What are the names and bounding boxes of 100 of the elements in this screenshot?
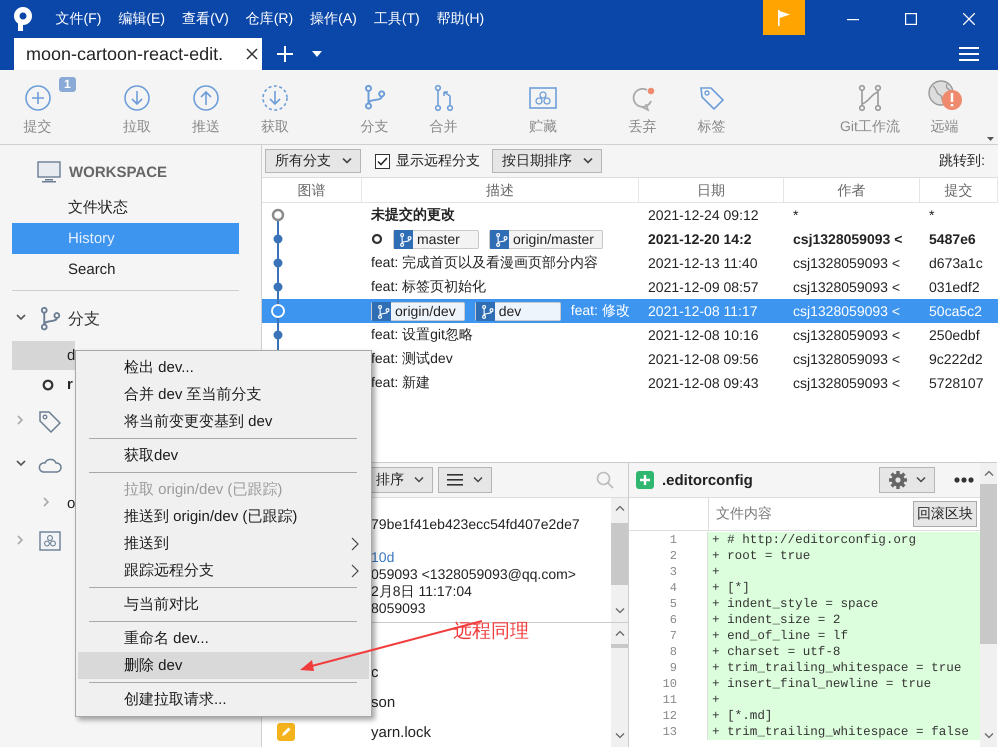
caret-icon (583, 158, 593, 164)
commit-link[interactable]: 10d (371, 533, 611, 566)
column-header[interactable]: 日期 (639, 178, 784, 202)
table-cell-text: 2021-12-09 08:57 (647, 278, 760, 297)
commit-row[interactable]: feat: 标签页初始化 2021-12-09 08:57 csj1328059093 < 031edf2 (262, 275, 998, 299)
monitor-icon (37, 161, 61, 183)
check-icon (377, 156, 388, 166)
menu-item[interactable]: 推送到 (78, 530, 369, 557)
menu-item[interactable]: 检出 dev... (78, 354, 369, 381)
branch-name: origin/master (513, 231, 594, 247)
column-header[interactable]: 提交 (920, 178, 998, 202)
more-icon[interactable] (954, 477, 974, 483)
stash-box-icon (39, 531, 61, 551)
file-name[interactable]: yarn.lock (371, 724, 432, 740)
menu-item[interactable]: 文件(F) (47, 10, 110, 28)
table-cell-text: csj1328059093 < (792, 374, 902, 393)
branch-icon (394, 230, 413, 248)
menu-item[interactable]: 获取dev (78, 442, 369, 469)
table-cell-text: csj1328059093 < (792, 278, 902, 297)
commit-row[interactable]: 未提交的更改 2021-12-24 09:12 * * (262, 203, 998, 227)
scroll-down-icon (614, 733, 624, 739)
menu-item[interactable]: 编辑(E) (110, 10, 174, 28)
sidebar-item[interactable]: d (12, 341, 75, 370)
commit-message: feat: 完成首页以及看漫画页部分内容 (371, 254, 598, 272)
sidebar-item[interactable]: r (12, 370, 75, 399)
branch-icon (362, 84, 386, 112)
list-icon (447, 474, 463, 486)
table-cell-text: 031edf2 (928, 278, 981, 297)
table-cell-text: csj1328059093 < (792, 302, 902, 321)
caret-icon (473, 477, 483, 483)
down-arrow-circle-icon (123, 84, 151, 112)
sidebar-item[interactable]: Search (12, 254, 239, 285)
menu-item[interactable]: 与当前对比 (78, 591, 369, 618)
menu-item[interactable]: 删除 dev (78, 652, 369, 679)
menu-item[interactable]: 将当前变更变基到 dev (78, 408, 369, 435)
commit-row[interactable]: master origin/master 2021-12-20 14:2 csj1328059093 < 5487e6 (262, 227, 998, 251)
column-header[interactable]: 描述 (362, 178, 639, 202)
column-header[interactable]: 作者 (784, 178, 920, 202)
settings-dropdown[interactable] (879, 467, 935, 493)
tag-icon (698, 84, 726, 112)
commit-row[interactable]: feat: 完成首页以及看漫画页部分内容 2021-12-13 11:40 csj1328059093 < d673a1c (262, 251, 998, 275)
menu-item[interactable]: 重命名 dev... (78, 625, 369, 652)
branch-name: master (417, 231, 460, 247)
commit-row[interactable]: feat: 设置git忽略 2021-12-08 10:16 csj1328059093 < 250edbf (262, 323, 998, 347)
menu-item[interactable]: 仓库(R) (237, 10, 302, 28)
menu-item[interactable]: 工具(T) (365, 10, 428, 28)
column-header[interactable]: 图谱 (262, 178, 362, 202)
table-cell-text: csj1328059093 < (792, 350, 902, 369)
dropdown[interactable]: 按日期排序 (492, 149, 602, 173)
table-cell-text: 2021-12-13 11:40 (647, 254, 758, 273)
file-name[interactable]: son (371, 694, 396, 710)
plus-icon[interactable] (276, 45, 294, 63)
menu-item[interactable]: 操作(A) (302, 10, 366, 28)
commit-message: feat: 设置git忽略 (371, 326, 473, 344)
table-cell-text: csj1328059093 < (792, 326, 902, 345)
commit-message: feat: 修改 (570, 302, 630, 320)
revert-hunk-button[interactable]: 回滚区块 (913, 501, 977, 527)
menu-item[interactable]: 合并 dev 至当前分支 (78, 381, 369, 408)
menu-icon[interactable] (959, 46, 979, 62)
table-cell-text: 2021-12-08 10:16 (647, 326, 760, 345)
scrollbar-thumb[interactable] (611, 523, 628, 585)
table-cell-text: 5487e6 (928, 230, 977, 249)
scroll-down-icon (984, 733, 994, 739)
up-arrow-circle-icon (192, 84, 220, 112)
menu-item[interactable]: 帮助(H) (428, 10, 493, 28)
scroll-up-icon (984, 470, 994, 476)
sidebar-item[interactable]: o (12, 487, 75, 519)
caret-icon (414, 477, 424, 483)
branch-icon (39, 306, 61, 332)
scroll-up-icon (614, 630, 624, 636)
view-dropdown[interactable] (438, 467, 492, 493)
menu-item[interactable]: 跟踪远程分支 (78, 557, 369, 584)
caret-icon[interactable] (312, 51, 322, 57)
branch-name: origin/dev (395, 303, 456, 319)
menu-item[interactable]: 查看(V) (174, 10, 238, 28)
sidebar-section[interactable]: 分支 (0, 297, 104, 341)
dropdown[interactable]: 所有分支 (265, 149, 361, 173)
table-cell-text: 5728107 (928, 374, 985, 393)
overflow-caret-icon[interactable] (987, 137, 994, 141)
globe-alert-icon (926, 80, 962, 112)
cloud-icon (38, 456, 62, 474)
scrollbar-thumb[interactable] (611, 644, 628, 648)
branch-icon (372, 302, 391, 320)
table-cell-text: 2021-12-08 11:17 (647, 302, 758, 321)
close-icon (963, 13, 975, 25)
detail-text: 79be1f41eb423ecc54fd407e2de7 (371, 516, 581, 533)
graph-node (274, 251, 282, 275)
sidebar-item[interactable]: 文件状态 (12, 192, 239, 223)
commit-row[interactable]: origin/dev dev feat: 修改 2021-12-08 11:17 csj1328059093 < 50ca5c2 (262, 299, 998, 323)
table-cell-text: * (792, 206, 800, 225)
detail-text: 2月8日 11:17:04 (371, 583, 473, 600)
table-cell-text: csj1328059093 < (792, 254, 902, 273)
annotation-text: 远程同理 (453, 620, 529, 644)
scrollbar-thumb[interactable] (980, 484, 997, 644)
scroll-up-icon (614, 505, 624, 511)
flag-button[interactable] (763, 0, 805, 35)
checkbox[interactable]: 显示远程分支 (375, 152, 480, 170)
menu-item[interactable]: 推送到 origin/dev (已跟踪) (78, 503, 369, 530)
tab[interactable]: moon-cartoon-react-edit. (14, 38, 262, 70)
menu-item[interactable]: 创建拉取请求... (78, 686, 369, 713)
